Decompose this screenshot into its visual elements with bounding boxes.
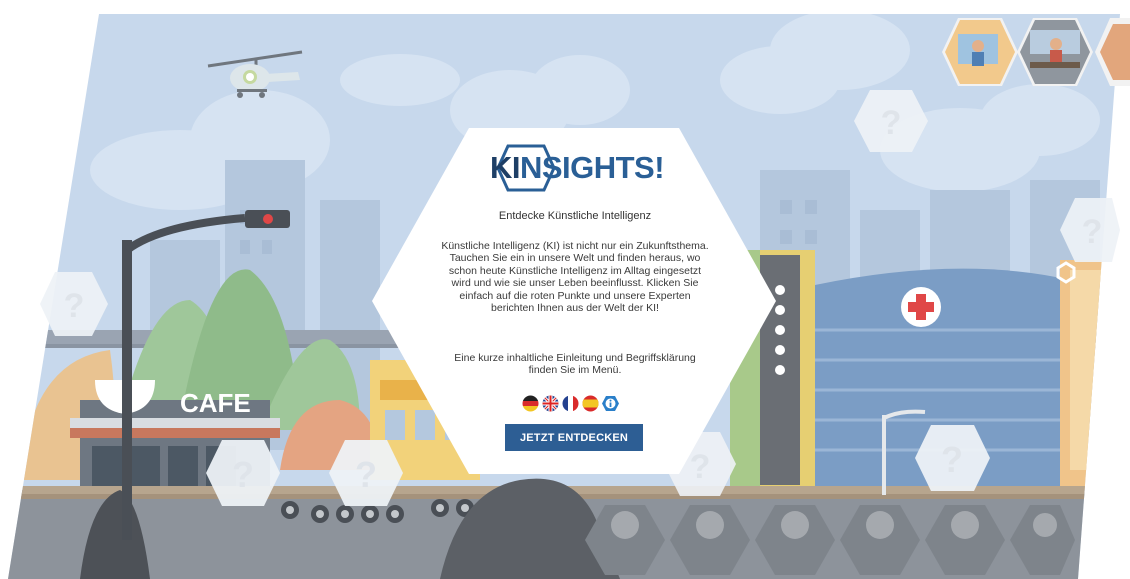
svg-text:?: ?: [690, 448, 711, 486]
france-flag-icon[interactable]: [562, 395, 579, 412]
kinsights-logo: KI NSIGHTS!: [490, 140, 665, 196]
tagline: Entdecke Künstliche Intelligenz: [498, 210, 652, 222]
uk-flag-icon[interactable]: [542, 395, 559, 412]
game-stage: CAFE ? ? ? ? ? ? ? KI NSIGHTS! Entdecke …: [0, 0, 1130, 579]
svg-text:?: ?: [232, 454, 254, 495]
intro-text: Künstliche Intelligenz (KI) ist nicht nu…: [441, 240, 709, 315]
menu-hint: Eine kurze inhaltliche Einleitung und Be…: [454, 352, 696, 377]
german-flag-icon[interactable]: [522, 395, 539, 412]
start-button[interactable]: JETZT ENTDECKEN: [505, 424, 643, 451]
svg-text:?: ?: [64, 287, 85, 325]
svg-text:?: ?: [941, 439, 963, 480]
svg-text:?: ?: [881, 104, 902, 142]
svg-text:?: ?: [1082, 213, 1103, 251]
logo-rest: NSIGHTS!: [519, 150, 665, 185]
svg-text:?: ?: [355, 454, 377, 495]
logo-ki: KI: [489, 150, 521, 185]
language-selector: [522, 395, 619, 413]
spain-flag-icon[interactable]: [582, 395, 599, 412]
cafe-sign: CAFE: [180, 388, 251, 418]
hotspot-hex[interactable]: ?: [915, 425, 990, 491]
info-icon[interactable]: [602, 395, 619, 412]
